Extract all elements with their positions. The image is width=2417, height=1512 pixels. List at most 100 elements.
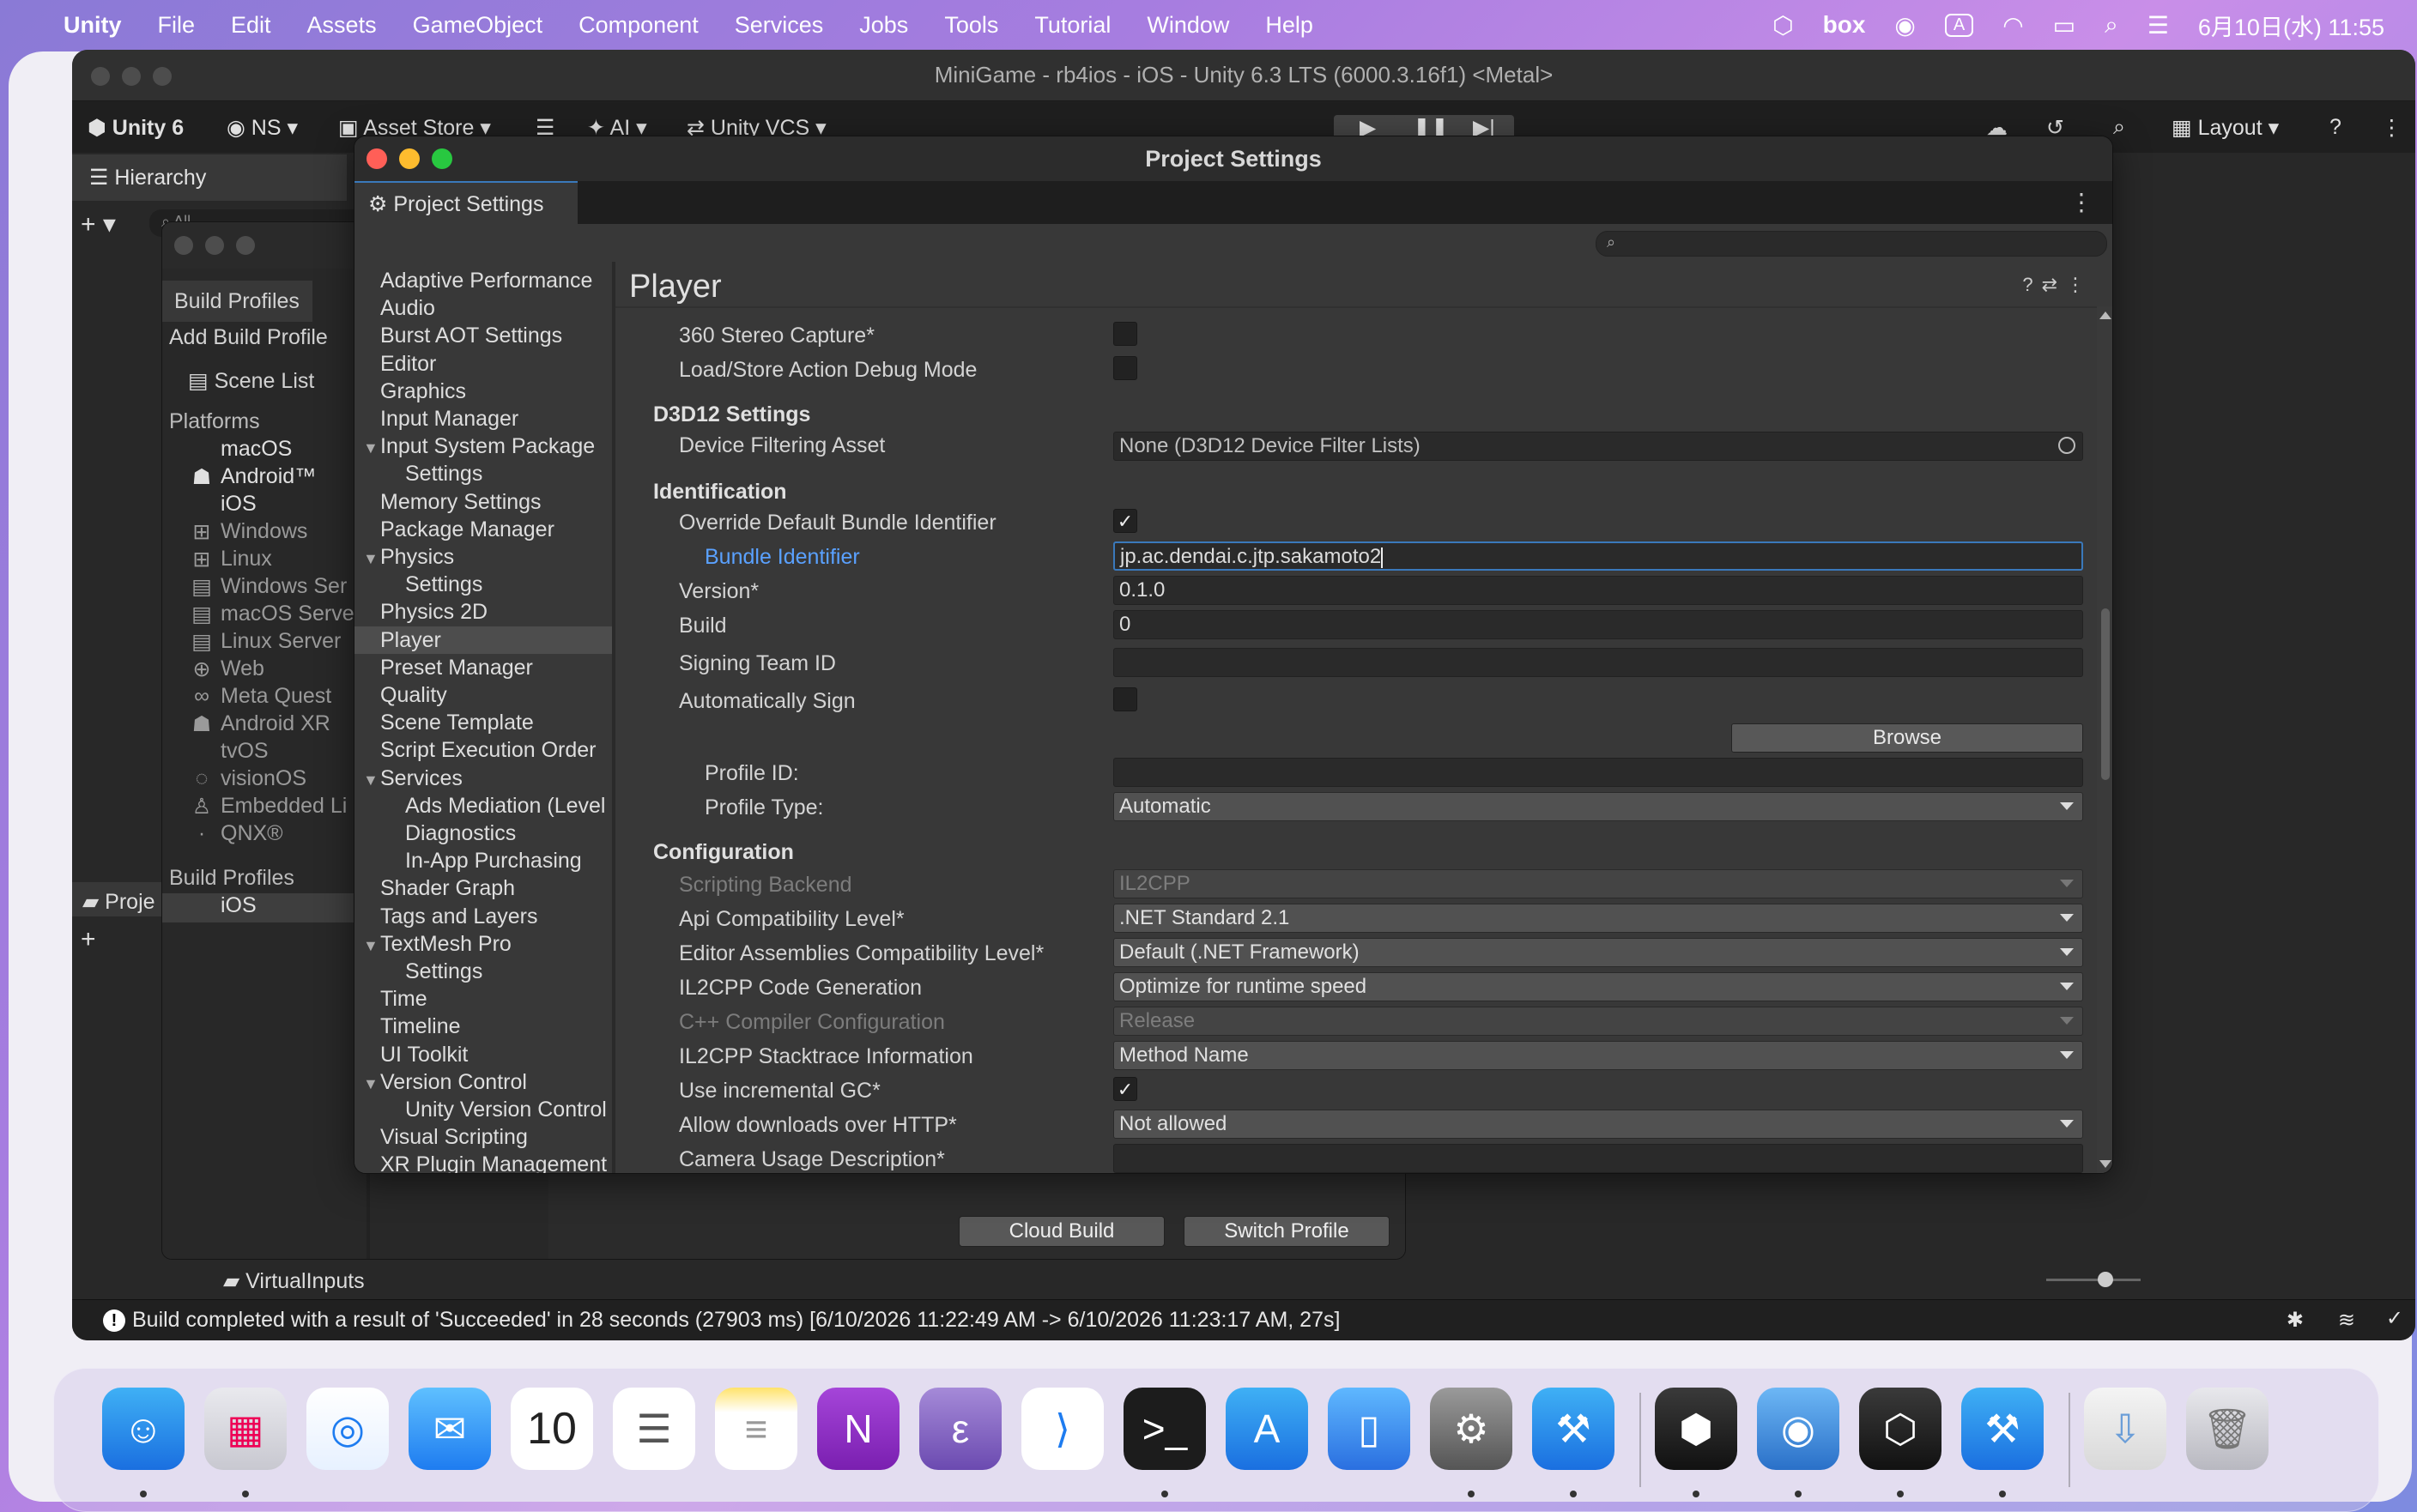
reminders-icon[interactable]: ☰ (613, 1388, 695, 1470)
api-compat-dropdown[interactable]: .NET Standard 2.1 (1113, 904, 2083, 933)
platform-tvos[interactable]: tvOS (191, 739, 269, 764)
search-icon[interactable]: ⌕ (2113, 115, 2125, 140)
disk-utility-icon[interactable]: ◉ (1757, 1388, 1839, 1470)
virtual-inputs-folder[interactable]: ▰ VirtualInputs (223, 1268, 365, 1294)
hierarchy-tab[interactable]: ☰ Hierarchy (72, 154, 347, 201)
platform-qnx[interactable]: · QNX® (191, 821, 283, 846)
object-picker-icon[interactable] (2058, 437, 2075, 454)
nav-item-memory-settings[interactable]: Memory Settings (380, 490, 542, 515)
nav-item-preset-manager[interactable]: Preset Manager (380, 656, 533, 680)
nav-item-adaptive-performance[interactable]: Adaptive Performance (380, 269, 592, 293)
nav-item-version-control[interactable]: Version Control (380, 1070, 527, 1095)
input-source-icon[interactable]: A (1944, 13, 1974, 37)
project-settings-tab[interactable]: ⚙ Project Settings (354, 181, 578, 224)
project-tab[interactable]: ▰ Proje (72, 882, 175, 916)
expand-arrow-icon[interactable]: ▼ (363, 937, 379, 955)
profile-type-dropdown[interactable]: Automatic (1113, 792, 2083, 821)
settings-search-input[interactable]: ⌕ (1596, 231, 2107, 257)
nav-item-audio[interactable]: Audio (380, 296, 435, 321)
spotlight-search-icon[interactable]: ⌕ (2105, 11, 2118, 39)
unity-status-icon[interactable]: ⬡ (1772, 11, 1793, 39)
calendar-icon[interactable]: 10 (511, 1388, 593, 1470)
nav-item-diagnostics[interactable]: Diagnostics (405, 821, 516, 846)
menu-tutorial[interactable]: Tutorial (1034, 12, 1111, 39)
platform-android[interactable]: ☗ Android™ (191, 464, 316, 489)
nav-item-xr-plugin-management[interactable]: XR Plugin Management (380, 1152, 607, 1173)
camera-usage-input[interactable] (1113, 1144, 2083, 1173)
scene-list-item[interactable]: ▤ Scene List (188, 368, 314, 394)
browse-button[interactable]: Browse (1731, 723, 2083, 753)
menu-window[interactable]: Window (1147, 12, 1229, 39)
nav-item-settings[interactable]: Settings (405, 462, 482, 487)
launchpad-icon[interactable]: ▦ (204, 1388, 287, 1470)
finder-icon[interactable]: ☺ (102, 1388, 185, 1470)
nav-item-input-manager[interactable]: Input Manager (380, 407, 518, 432)
menu-jobs[interactable]: Jobs (859, 12, 908, 39)
trash-icon[interactable]: 🗑 (2186, 1388, 2269, 1470)
menu-file[interactable]: File (158, 12, 196, 39)
expand-arrow-icon[interactable]: ▼ (363, 771, 379, 789)
switch-profile-button[interactable]: Switch Profile (1184, 1216, 1390, 1247)
platform-windows-server[interactable]: ▤ Windows Ser (191, 574, 347, 599)
account-dropdown[interactable]: ◉ NS ▾ (227, 115, 298, 141)
bp-close-button[interactable] (174, 236, 193, 255)
terminal-icon[interactable]: >_ (1124, 1388, 1206, 1470)
build-number-input[interactable]: 0 (1113, 610, 2083, 639)
nav-item-settings[interactable]: Settings (405, 572, 482, 597)
scroll-up-icon[interactable] (2099, 311, 2111, 319)
nav-item-physics-2d[interactable]: Physics 2D (380, 600, 488, 625)
nav-item-physics[interactable]: Physics (380, 545, 454, 570)
box-icon[interactable]: box (1823, 11, 1866, 39)
menu-assets[interactable]: Assets (307, 12, 377, 39)
project-add-button[interactable]: + (81, 925, 96, 954)
layout-dropdown[interactable]: ▦ Layout ▾ (2172, 115, 2279, 141)
bp-zoom-button[interactable] (236, 236, 255, 255)
signing-team-input[interactable] (1113, 648, 2083, 677)
nav-item-package-manager[interactable]: Package Manager (380, 517, 554, 542)
expand-arrow-icon[interactable]: ▼ (363, 1075, 379, 1093)
onenote-icon[interactable]: N (817, 1388, 900, 1470)
system-settings-icon[interactable]: ⚙ (1430, 1388, 1512, 1470)
tab-more-menu-icon[interactable]: ⋮ (2069, 188, 2093, 216)
platform-macos[interactable]: macOS (191, 437, 292, 462)
menu-edit[interactable]: Edit (231, 12, 271, 39)
menu-clock[interactable]: 6月10日(水) 11:55 (2198, 9, 2384, 42)
override-bundle-checkbox[interactable]: ✓ (1113, 509, 1137, 533)
device-filtering-field[interactable]: None (D3D12 Device Filter Lists) (1113, 432, 2083, 461)
platform-embedded-linux[interactable]: ♙ Embedded Li (191, 794, 348, 819)
downloads-icon[interactable]: ⇩ (2084, 1388, 2166, 1470)
progress-check-icon[interactable]: ✓ (2386, 1306, 2403, 1331)
expand-arrow-icon[interactable]: ▼ (363, 439, 379, 457)
safari-icon[interactable]: ◎ (306, 1388, 389, 1470)
menu-services[interactable]: Services (735, 12, 824, 39)
nav-item-time[interactable]: Time (380, 987, 427, 1012)
xcode-2-icon[interactable]: ⚒ (1961, 1388, 2044, 1470)
more-menu-icon[interactable]: ⋮ (2381, 115, 2402, 141)
nav-item-ads-mediation-level[interactable]: Ads Mediation (Level (405, 794, 605, 819)
il2cpp-codegen-dropdown[interactable]: Optimize for runtime speed (1113, 972, 2083, 1001)
notes-icon[interactable]: ≡ (715, 1388, 797, 1470)
nav-item-unity-version-control[interactable]: Unity Version Control (405, 1098, 607, 1122)
platform-macos-server[interactable]: ▤ macOS Serve (191, 602, 354, 626)
scroll-thumb[interactable] (2101, 608, 2110, 780)
nav-item-quality[interactable]: Quality (380, 683, 447, 708)
debug-icon[interactable]: ✱ (2287, 1308, 2304, 1333)
simulator-icon[interactable]: ▯ (1328, 1388, 1410, 1470)
profile-id-input[interactable] (1113, 758, 2083, 787)
nav-item-scene-template[interactable]: Scene Template (380, 711, 534, 735)
menu-gameobject[interactable]: GameObject (413, 12, 543, 39)
menu-component[interactable]: Component (579, 12, 699, 39)
load-store-debug-checkbox[interactable] (1113, 356, 1137, 380)
stereo-capture-checkbox[interactable] (1113, 322, 1137, 346)
add-build-profile-button[interactable]: Add Build Profile (169, 325, 328, 350)
auto-sign-checkbox[interactable] (1113, 687, 1137, 711)
platform-android-xr[interactable]: ☗ Android XR (191, 711, 330, 736)
user-icon[interactable]: ◉ (1894, 11, 1915, 39)
bundle-identifier-input[interactable]: jp.ac.dendai.c.jtp.sakamoto2 (1113, 541, 2083, 571)
unity-icon[interactable]: ⬡ (1859, 1388, 1941, 1470)
platform-meta-quest[interactable]: ∞ Meta Quest (191, 684, 331, 709)
nav-item-services[interactable]: Services (380, 766, 463, 791)
vscode-icon[interactable]: ⟩ (1021, 1388, 1104, 1470)
emacs-icon[interactable]: ε (919, 1388, 1002, 1470)
settings-scrollbar[interactable] (2097, 306, 2112, 1173)
